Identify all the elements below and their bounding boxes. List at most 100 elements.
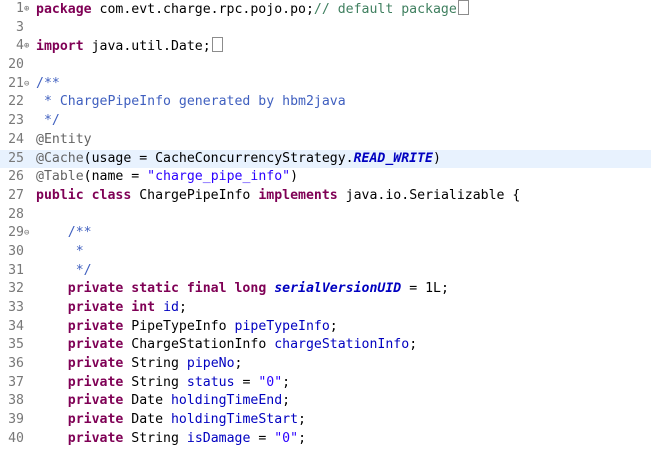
line-number: 26	[8, 169, 24, 185]
fold-expand-icon[interactable]: ⊕	[24, 37, 33, 56]
code-token: serialVersionUID	[274, 281, 402, 297]
line-number: 21	[8, 75, 24, 91]
code-token: READ_WRITE	[353, 150, 433, 166]
folded-content-icon[interactable]	[211, 37, 223, 53]
line-number: 29	[8, 225, 24, 241]
code-text: @Cache(usage = CacheConcurrencyStrategy.…	[33, 150, 441, 169]
code-text: *	[33, 243, 84, 262]
fold-gutter	[24, 318, 33, 337]
line-number: 34	[8, 318, 24, 334]
line-number: 24	[8, 131, 24, 147]
code-token: /**	[36, 225, 92, 241]
code-text: * ChargePipeInfo generated by hbm2java	[33, 93, 346, 112]
code-token: ;	[298, 412, 306, 428]
line-number: 28	[8, 206, 24, 222]
code-token: )	[290, 169, 299, 185]
fold-gutter	[24, 206, 33, 225]
line-number: 20	[8, 57, 24, 73]
code-token: // default package	[313, 2, 457, 17]
line-number: 3	[16, 19, 24, 35]
code-text: private ChargeStationInfo chargeStationI…	[33, 336, 417, 355]
fold-gutter	[24, 19, 33, 38]
code-line[interactable]: 4 ⊕ import java.util.Date;	[0, 37, 651, 56]
code-token: ChargePipeInfo	[131, 187, 259, 203]
code-text: private Date holdingTimeStart;	[33, 411, 306, 430]
code-token: (usage = CacheConcurrencyStrategy.	[83, 150, 354, 166]
code-line[interactable]: 23 */	[0, 112, 651, 131]
code-line[interactable]: 32 private static final long serialVersi…	[0, 280, 651, 299]
code-line[interactable]: 33 private int id;	[0, 299, 651, 318]
code-line[interactable]: 34 private PipeTypeInfo pipeTypeInfo;	[0, 318, 651, 337]
fold-gutter	[24, 150, 33, 169]
code-line[interactable]: 31 */	[0, 262, 651, 281]
code-text: private Date holdingTimeEnd;	[33, 392, 290, 411]
code-token: "0"	[258, 374, 283, 390]
code-text: private PipeTypeInfo pipeTypeInfo;	[33, 318, 338, 337]
line-number: 27	[8, 187, 24, 203]
code-text: private String pipeNo;	[33, 355, 243, 374]
fold-gutter	[24, 131, 33, 150]
code-line[interactable]: 25 @Cache(usage = CacheConcurrencyStrateg…	[0, 149, 651, 169]
code-token: */	[36, 113, 60, 129]
fold-gutter	[24, 355, 33, 374]
code-line[interactable]: 30 *	[0, 243, 651, 262]
code-line[interactable]: 35 private ChargeStationInfo chargeStati…	[0, 336, 651, 355]
code-text: public class ChargePipeInfo implements j…	[33, 187, 520, 206]
code-line[interactable]: 28	[0, 206, 651, 225]
fold-collapse-icon[interactable]: ⊖	[24, 224, 33, 243]
code-line[interactable]: 38 private Date holdingTimeEnd;	[0, 392, 651, 411]
code-line[interactable]: 36 private String pipeNo;	[0, 355, 651, 374]
code-token: id	[163, 300, 179, 315]
line-number: 22	[8, 94, 24, 110]
folded-content-icon[interactable]	[457, 0, 469, 15]
code-line[interactable]: 22 * ChargePipeInfo generated by hbm2jav…	[0, 93, 651, 112]
code-token: pipeTypeInfo	[234, 318, 330, 334]
fold-gutter	[24, 430, 33, 449]
code-line[interactable]: 40 private String isDamage = "0";	[0, 430, 651, 449]
code-text: private static final long serialVersionU…	[33, 280, 449, 299]
code-token: (name =	[83, 169, 148, 185]
code-token: private	[67, 356, 124, 372]
code-line[interactable]: 27 public class ChargePipeInfo implements…	[0, 187, 651, 206]
line-number: 23	[8, 113, 24, 129]
code-token: @Cache	[36, 150, 84, 166]
fold-gutter	[24, 374, 33, 393]
code-token: ;	[178, 300, 187, 315]
code-line[interactable]: 21 ⊖/**	[0, 75, 651, 94]
code-token: "charge_pipe_info"	[147, 169, 291, 185]
code-text: */	[33, 112, 60, 131]
fold-gutter	[24, 299, 33, 318]
code-editor[interactable]: 1 ⊕ package com.evt.charge.rpc.pojo.po;// …	[0, 0, 651, 450]
code-token: private	[67, 337, 124, 353]
code-text: @Entity	[33, 131, 92, 150]
code-token: import	[36, 39, 84, 55]
code-token: =	[234, 374, 259, 390]
code-text: /**	[33, 224, 92, 243]
fold-gutter	[24, 112, 33, 131]
code-token: @Entity	[36, 131, 92, 147]
line-number: 25	[8, 150, 24, 166]
code-token: holdingTimeEnd	[170, 393, 283, 409]
code-line[interactable]: 26 @Table(name = "charge_pipe_info")	[0, 168, 651, 187]
code-line[interactable]: 37 private String status = "0";	[0, 374, 651, 393]
code-token: ;	[282, 393, 291, 409]
code-line[interactable]: 24 @Entity	[0, 131, 651, 150]
fold-gutter	[24, 411, 33, 430]
code-line[interactable]: 20	[0, 56, 651, 75]
fold-collapse-icon[interactable]: ⊖	[24, 75, 33, 94]
code-text: */	[33, 262, 92, 281]
code-line[interactable]: 3	[0, 19, 651, 38]
code-line[interactable]: 1 ⊕ package com.evt.charge.rpc.pojo.po;// …	[0, 0, 651, 19]
code-token: isDamage	[186, 430, 251, 446]
line-number: 38	[8, 393, 24, 409]
code-line[interactable]: 29 ⊖ /**	[0, 224, 651, 243]
code-text: package com.evt.charge.rpc.pojo.po;// de…	[33, 0, 469, 19]
code-line[interactable]: 39 private Date holdingTimeStart;	[0, 411, 651, 430]
line-number: 35	[8, 337, 24, 353]
fold-expand-icon[interactable]: ⊕	[24, 0, 33, 19]
